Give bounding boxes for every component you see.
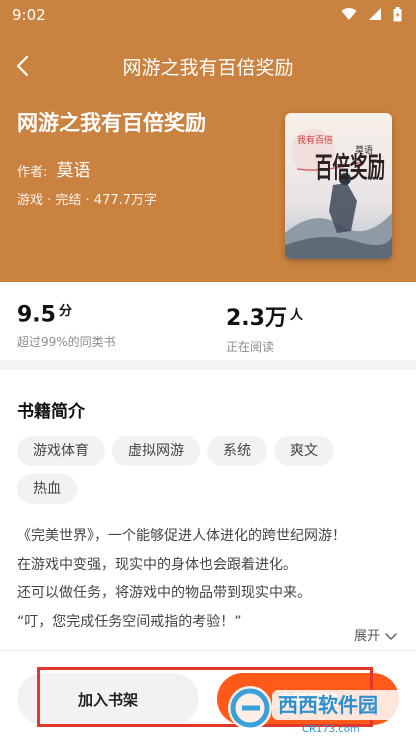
score-value: 9.5 — [17, 302, 56, 328]
cover-main-text: 百倍奖励 — [315, 151, 385, 184]
intro-title: 书籍简介 — [17, 402, 85, 422]
add-to-shelf-button[interactable]: 加入书架 — [17, 673, 199, 725]
cover-author-text: 莫语 — [355, 144, 373, 156]
signal-icon — [369, 8, 382, 20]
readers-value: 2.3万 — [226, 306, 287, 331]
readers-sub: 正在阅读 — [226, 340, 275, 354]
readers-stat: 2.3万人 正在阅读 — [226, 300, 303, 355]
tag-chip[interactable]: 虚拟网游 — [112, 436, 200, 466]
author-line: 作者: 莫语 — [17, 156, 90, 181]
book-meta: 游戏 · 完结 · 477.7万字 — [17, 193, 158, 208]
score-sub: 超过99%的同类书 — [17, 335, 116, 350]
cover-art: 我有百倍 百倍奖励 莫语 — [285, 113, 392, 259]
book-cover[interactable]: 我有百倍 百倍奖励 莫语 — [285, 113, 392, 259]
tag-chip[interactable]: 热血 — [17, 474, 77, 504]
intro-description: 《完美世界》，一个能够促进人体进化的跨世纪网游！ 在游戏中变强，现实中的身体也会… — [17, 522, 402, 636]
tag-chip[interactable]: 爽文 — [274, 436, 334, 466]
expand-label: 展开 — [353, 629, 380, 644]
score-stat: 9.5 分 超过99%的同类书 — [17, 300, 116, 350]
description-line: “叮，您完成任务空间戒指的考验！” — [17, 613, 242, 630]
author-label: 作者: — [17, 165, 48, 180]
tag-chip[interactable]: 游戏体育 — [17, 436, 105, 466]
description-line: 还可以做任务，将游戏中的物品带到现实中来。 — [17, 585, 311, 601]
status-bar: 9:02 — [0, 0, 416, 30]
wifi-icon — [341, 8, 357, 20]
back-button[interactable] — [10, 52, 38, 80]
book-header: 9:02 网游之我有百倍奖励 网游之我有百倍奖励 作者: 莫语 游戏 · 完结 … — [0, 0, 416, 282]
intro-section: 书籍简介 游戏体育 虚拟网游 系统 爽文热血 《完美世界》，一个能够促进人体进化的跨世… — [0, 370, 416, 650]
tag-list: 游戏体育 虚拟网游 系统 爽文热血 — [17, 436, 397, 512]
battery-icon — [393, 7, 402, 22]
cover-tag-text: 我有百倍 — [297, 134, 333, 146]
readers-unit: 人 — [289, 307, 303, 323]
stats-row: 9.5 分 超过99%的同类书 2.3万人 正在阅读 — [0, 282, 416, 360]
author-name[interactable]: 莫语 — [56, 161, 90, 181]
chevron-left-icon — [16, 55, 29, 77]
description-line: 《完美世界》，一个能够促进人体进化的跨世纪网游！ — [17, 528, 346, 544]
tag-chip[interactable]: 系统 — [207, 436, 267, 466]
expand-button[interactable]: 展开 — [354, 625, 398, 644]
nav-title: 网游之我有百倍奖励 — [122, 57, 294, 79]
bottom-action-bar: 加入书架 立即阅读 — [0, 650, 416, 741]
description-line: 在游戏中变强，现实中的身体也会跟着进化。 — [17, 556, 297, 573]
section-divider — [0, 360, 416, 370]
chevron-down-icon — [385, 632, 397, 640]
status-icons — [335, 7, 402, 23]
read-now-button[interactable]: 立即阅读 — [217, 673, 399, 725]
nav-bar: 网游之我有百倍奖励 — [0, 40, 416, 90]
book-title: 网游之我有百倍奖励 — [17, 111, 206, 135]
status-time: 9:02 — [12, 6, 46, 24]
score-unit: 分 — [58, 304, 72, 319]
